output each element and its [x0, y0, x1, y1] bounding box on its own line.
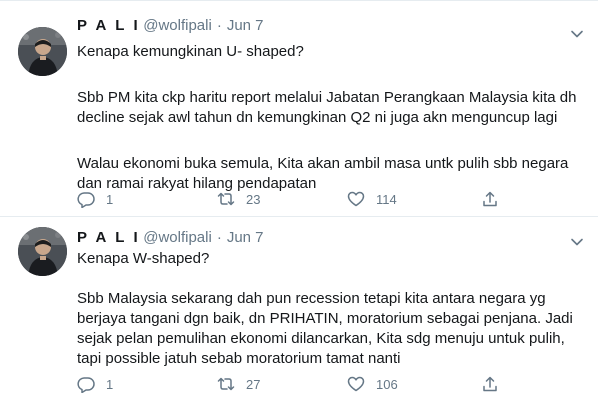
- tweet-date[interactable]: Jun 7: [227, 17, 264, 34]
- avatar[interactable]: [18, 227, 67, 276]
- display-name[interactable]: P A L I: [77, 17, 140, 34]
- tweet-actions: 1 27 106: [77, 374, 517, 394]
- tweet-2[interactable]: P A L I @wolfipali · Jun 7 Kenapa W-shap…: [0, 217, 598, 408]
- heart-icon: [347, 191, 365, 207]
- avatar[interactable]: [18, 27, 67, 76]
- heart-icon: [347, 376, 365, 392]
- like-button[interactable]: 114: [347, 189, 397, 209]
- retweet-button[interactable]: 27: [217, 374, 260, 394]
- tweet-paragraph: Walau ekonomi buka semula, Kita akan amb…: [77, 155, 569, 192]
- like-count: 106: [376, 376, 398, 392]
- share-button[interactable]: [481, 374, 499, 394]
- share-button[interactable]: [481, 189, 499, 209]
- retweet-icon: [217, 377, 235, 391]
- separator-dot: ·: [216, 229, 222, 246]
- share-icon: [483, 191, 497, 207]
- retweet-count: 23: [246, 191, 261, 207]
- tweet-text: Kenapa W-shaped? Sbb Malaysia sekarang d…: [77, 249, 587, 369]
- tweet-paragraph: Kenapa kemungkinan U- shaped?: [77, 43, 304, 60]
- reply-button[interactable]: 1: [77, 374, 113, 394]
- retweet-count: 27: [246, 376, 261, 392]
- retweet-button[interactable]: 23: [217, 189, 260, 209]
- separator-dot: ·: [216, 17, 222, 34]
- avatar-image: [18, 227, 67, 276]
- tweet-paragraph: Sbb Malaysia sekarang dah pun recession …: [77, 290, 573, 367]
- like-count: 114: [376, 191, 397, 207]
- reply-count: 1: [106, 191, 114, 207]
- reply-icon: [77, 192, 95, 208]
- reply-count: 1: [106, 376, 114, 392]
- like-button[interactable]: 106: [347, 374, 398, 394]
- tweet-text: Kenapa kemungkinan U- shaped? Sbb PM kit…: [77, 42, 587, 194]
- tweet-header: P A L I @wolfipali · Jun 7: [77, 17, 264, 37]
- display-name[interactable]: P A L I: [77, 229, 140, 246]
- chevron-down-icon[interactable]: [570, 27, 584, 41]
- tweet-paragraph: Sbb PM kita ckp haritu report melalui Ja…: [77, 89, 577, 126]
- chevron-down-icon[interactable]: [570, 235, 584, 249]
- tweet-actions: 1 23 114: [77, 189, 517, 209]
- avatar-image: [18, 27, 67, 76]
- reply-button[interactable]: 1: [77, 189, 113, 209]
- tweet-paragraph: Kenapa W-shaped?: [77, 250, 210, 267]
- retweet-icon: [217, 192, 235, 206]
- tweet-header: P A L I @wolfipali · Jun 7: [77, 229, 264, 249]
- user-handle[interactable]: @wolfipali: [143, 229, 212, 246]
- tweet-date[interactable]: Jun 7: [227, 229, 264, 246]
- user-handle[interactable]: @wolfipali: [143, 17, 212, 34]
- tweet-1[interactable]: P A L I @wolfipali · Jun 7 Kenapa kemung…: [0, 0, 598, 216]
- reply-icon: [77, 377, 95, 393]
- share-icon: [483, 376, 497, 392]
